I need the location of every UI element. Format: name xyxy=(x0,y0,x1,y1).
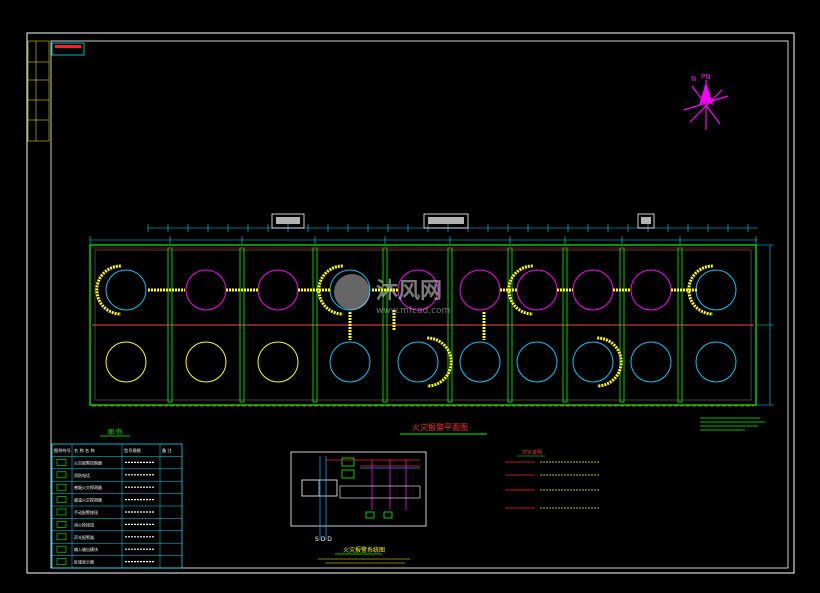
system-sdd-label: S D D xyxy=(315,536,332,543)
tank-top-6 xyxy=(459,269,501,311)
legend-row-name: 区域显示器 xyxy=(74,559,94,565)
legend-symbol xyxy=(56,558,67,565)
tank-top-3 xyxy=(257,269,299,311)
tank-bottom-10 xyxy=(695,341,737,383)
watermark: 沐风网 www.mfcad.com xyxy=(334,274,450,316)
legend-title: 图 例 xyxy=(108,428,122,436)
system-diagram xyxy=(290,451,427,540)
legend-row-name: 声光报警器 xyxy=(74,534,94,540)
sheet-inner-frame xyxy=(50,40,789,569)
cad-drawing-canvas[interactable]: N PN 沐风网 www.mfcad.com 火灾报警平面图 图 例 图例符号 … xyxy=(0,0,820,593)
legend-symbol xyxy=(56,459,67,466)
system-title: 火灾报警系统图 xyxy=(343,546,385,554)
north-label: N xyxy=(691,75,696,83)
tank-bottom-4 xyxy=(329,341,371,383)
legend-symbol xyxy=(56,521,67,528)
tank-bottom-9 xyxy=(630,341,672,383)
right-dimension-lines xyxy=(756,244,774,406)
tank-walkway-1 xyxy=(95,264,121,316)
legend-header-cell: 图例符号 xyxy=(54,447,71,454)
tank-top-1 xyxy=(105,269,147,311)
tank-bottom-7 xyxy=(516,341,558,383)
tank-bottom-1 xyxy=(105,341,147,383)
legend-row-name: 输入输出模块 xyxy=(74,546,98,552)
tank-top-10 xyxy=(695,269,737,311)
tank-top-7 xyxy=(516,269,558,311)
legend-table: 图例符号名 称 名 称 型号规格 备 注火灾报警控制器消防电话感烟火灾探测器感温火灾… xyxy=(51,443,183,569)
tank-bottom-5 xyxy=(397,341,439,383)
watermark-url: www.mfcad.com xyxy=(376,306,450,316)
tank-walkway-5 xyxy=(597,336,623,388)
legend-header-cell: 名 称 名 称 xyxy=(74,447,95,454)
tank-bottom-3 xyxy=(257,341,299,383)
legend-row-name: 手动报警按钮 xyxy=(74,509,98,515)
equipment-box-3 xyxy=(637,213,655,229)
tank-top-2 xyxy=(185,269,227,311)
left-binding-strip xyxy=(27,40,50,142)
legend-row-name: 消火栓按钮 xyxy=(74,521,94,527)
pn-label: PN xyxy=(701,73,710,81)
cable-notes-title: 文字说明 xyxy=(522,449,542,456)
legend-row-name: 感烟火灾探测器 xyxy=(74,484,102,490)
north-arrow xyxy=(683,80,729,130)
tank-top-9 xyxy=(630,269,672,311)
top-stamp-mark xyxy=(55,45,81,48)
legend-row-name: 火灾报警控制器 xyxy=(74,459,102,465)
tank-bottom-8 xyxy=(572,341,614,383)
legend-row-name: 感温火灾探测器 xyxy=(74,497,102,503)
plan-title: 火灾报警平面图 xyxy=(412,422,468,432)
tank-top-8 xyxy=(572,269,614,311)
watermark-text: 沐风网 xyxy=(376,279,442,304)
system-notes xyxy=(318,558,410,564)
legend-row-name: 消防电话 xyxy=(74,472,90,478)
cable-notes xyxy=(505,461,600,509)
legend-header-cell: 备 注 xyxy=(162,447,173,454)
equipment-box-2 xyxy=(423,213,469,229)
legend-header-cell: 型号规格 xyxy=(124,447,142,454)
legend-symbol xyxy=(56,533,67,541)
legend-symbol xyxy=(56,508,67,516)
top-stamp xyxy=(51,42,85,56)
dimension-ticks xyxy=(89,224,757,244)
top-dimension-lines xyxy=(90,227,758,241)
legend-symbol xyxy=(56,545,67,553)
tank-bottom-2 xyxy=(185,341,227,383)
tank-bottom-6 xyxy=(459,341,501,383)
legend-symbol xyxy=(56,471,67,479)
legend-symbol xyxy=(56,496,67,503)
right-notes xyxy=(700,417,765,431)
legend-symbol xyxy=(56,483,67,491)
